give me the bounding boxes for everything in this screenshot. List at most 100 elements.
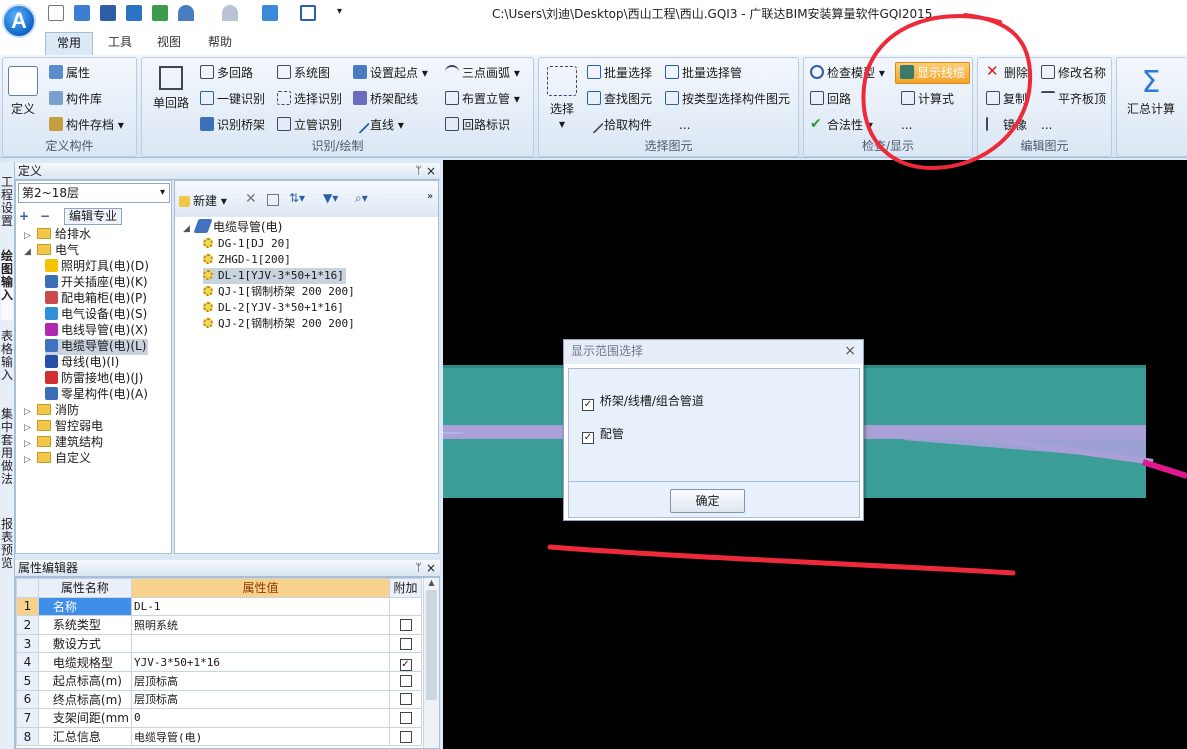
extra-checkbox[interactable] xyxy=(399,711,412,724)
property-row[interactable]: 8 汇总信息 电缆导管(电) xyxy=(16,726,422,747)
pdf-icon[interactable] xyxy=(126,5,142,21)
new-file-icon[interactable] xyxy=(48,5,64,21)
delete-component-icon[interactable]: ✕ xyxy=(245,191,257,207)
set-start-button[interactable]: 设置起点 ▾ xyxy=(353,65,428,81)
property-value-cell[interactable]: 层顶标高 xyxy=(130,689,391,710)
align-slab-top-button[interactable]: 平齐板顶 xyxy=(1041,91,1106,107)
identify-tray-button[interactable]: 识别桥架 xyxy=(200,117,265,133)
tray-wiring-button[interactable]: 桥架配线 xyxy=(353,91,418,107)
floor-select[interactable]: 第2~18层 ▾ xyxy=(18,183,170,203)
expand-arrow-icon[interactable]: ▷ xyxy=(24,421,34,436)
pin-icon[interactable]: ᛘ xyxy=(415,163,422,179)
single-loop-button[interactable]: 单回路 xyxy=(148,66,194,111)
property-value-cell[interactable]: 0 xyxy=(130,708,391,728)
property-row[interactable]: 5 起点标高(m) 层顶标高 xyxy=(16,670,422,691)
component-item[interactable]: ZHGD-1[200] xyxy=(203,252,291,268)
property-value-cell[interactable]: 层顶标高 xyxy=(130,670,391,691)
define-button[interactable]: 定义 xyxy=(5,66,41,117)
loop-label-button[interactable]: 回路标识 xyxy=(445,117,510,133)
select-by-type-button[interactable]: 按类型选择构件图元 xyxy=(665,91,790,107)
image-export-icon[interactable] xyxy=(152,5,168,21)
expand-all-icon[interactable]: + xyxy=(19,209,29,223)
property-scrollbar[interactable]: ▲ xyxy=(423,578,439,748)
check-model-button[interactable]: 检查模型 ▾ xyxy=(810,65,885,81)
option-tray-checkbox[interactable]: ✓ 桥架/线槽/组合管道 xyxy=(582,392,704,411)
tree-item[interactable]: 照明灯具(电)(D) xyxy=(45,259,149,275)
vtab-apply-method[interactable]: 集中套用做法 xyxy=(1,408,13,508)
scroll-up-icon[interactable]: ▲ xyxy=(424,578,439,587)
component-item[interactable]: DL-2[YJV-3*50+1*16] xyxy=(203,300,344,316)
redo-icon[interactable] xyxy=(222,5,238,21)
property-value-cell[interactable]: 电缆导管(电) xyxy=(130,726,391,747)
quick-access-overflow[interactable]: ▾ xyxy=(337,6,342,17)
magenta-cable[interactable] xyxy=(1142,459,1187,479)
component-archive-button[interactable]: 构件存档 ▾ xyxy=(49,117,124,133)
find-component-icon[interactable]: ⌕▾ xyxy=(355,191,368,206)
close-icon[interactable]: × xyxy=(426,163,436,179)
tree-item[interactable]: ◢ 电气 xyxy=(24,243,79,259)
vtab-project-settings[interactable]: 工程设置 xyxy=(1,176,13,246)
property-extra-cell[interactable] xyxy=(389,708,422,728)
new-button[interactable]: 新建 ▾ xyxy=(179,193,227,209)
extra-checkbox[interactable]: ✓ xyxy=(399,658,412,671)
tree-item[interactable]: ▷ 自定义 xyxy=(24,451,91,467)
place-riser-button[interactable]: 布置立管 ▾ xyxy=(445,91,520,107)
delete-button[interactable]: ✕ 删除 xyxy=(986,63,1028,81)
open-folder-icon[interactable] xyxy=(74,5,90,21)
pick-component-button[interactable]: 拾取构件 xyxy=(584,114,652,134)
close-icon[interactable]: × xyxy=(426,560,436,576)
multi-loop-button[interactable]: 多回路 xyxy=(200,65,253,81)
pin-icon[interactable]: ᛘ xyxy=(415,560,422,576)
expand-arrow-icon[interactable]: ▷ xyxy=(24,453,34,468)
save-icon[interactable] xyxy=(100,5,116,21)
tab-view[interactable]: 视图 xyxy=(146,32,192,55)
extra-checkbox[interactable] xyxy=(399,637,412,650)
app-logo[interactable]: A xyxy=(2,4,36,38)
collapse-all-icon[interactable]: − xyxy=(40,209,50,223)
property-row[interactable]: 1 名称 DL-1 xyxy=(16,596,422,617)
rename-button[interactable]: 修改名称 xyxy=(1041,65,1106,81)
property-button[interactable]: 属性 xyxy=(49,65,90,81)
sort-icon[interactable]: ⇅▾ xyxy=(289,191,305,205)
tab-tools[interactable]: 工具 xyxy=(97,32,143,55)
tree-item[interactable]: 配电箱柜(电)(P) xyxy=(45,291,147,307)
component-root[interactable]: ◢ 电缆导管(电) xyxy=(183,219,282,235)
line-button[interactable]: 直线 ▾ xyxy=(350,114,404,134)
undo-icon[interactable] xyxy=(178,5,194,21)
property-value-cell[interactable]: YJV-3*50+1*16 xyxy=(130,652,391,672)
checkbox-conduit[interactable]: ✓ xyxy=(582,432,594,444)
component-item[interactable]: QJ-2[钢制桥架 200 200] xyxy=(203,316,355,332)
extra-checkbox[interactable] xyxy=(399,674,412,687)
tab-help[interactable]: 帮助 xyxy=(197,32,243,55)
property-extra-cell[interactable] xyxy=(389,726,422,747)
collapse-arrow-icon[interactable]: ◢ xyxy=(24,245,34,260)
component-item[interactable]: QJ-1[钢制桥架 200 200] xyxy=(203,284,355,300)
property-extra-cell[interactable] xyxy=(389,633,422,654)
property-value-cell[interactable] xyxy=(130,633,391,654)
tree-item[interactable]: ▷ 智控弱电 xyxy=(24,419,103,435)
scroll-thumb[interactable] xyxy=(426,590,437,700)
tab-home[interactable]: 常用 xyxy=(45,32,94,55)
property-row[interactable]: 2 系统类型 照明系统 xyxy=(16,615,422,635)
show-cable-button[interactable]: 显示线缆 xyxy=(895,62,971,84)
ok-button[interactable]: 确定 xyxy=(670,489,745,513)
property-extra-cell[interactable]: ✓ xyxy=(389,652,422,672)
filter-icon[interactable]: ▼▾ xyxy=(323,191,338,205)
system-diagram-button[interactable]: 系统图 xyxy=(277,65,330,81)
property-extra-cell[interactable] xyxy=(389,689,422,710)
vtab-table-input[interactable]: 表格输入 xyxy=(1,330,13,400)
expand-arrow-icon[interactable]: ▷ xyxy=(24,229,34,244)
property-row[interactable]: 7 支架间距(mm 0 xyxy=(16,708,422,728)
expand-arrow-icon[interactable]: ▷ xyxy=(24,405,34,420)
one-key-identify-button[interactable]: 一键识别 xyxy=(200,91,265,107)
tree-item[interactable]: 电线导管(电)(X) xyxy=(45,323,148,339)
component-item[interactable]: DL-1[YJV-3*50+1*16] xyxy=(203,268,346,284)
vtab-report-preview[interactable]: 报表预览 xyxy=(1,518,13,588)
property-row[interactable]: 3 敷设方式 xyxy=(16,633,422,654)
three-point-arc-button[interactable]: 三点画弧 ▾ xyxy=(445,65,520,81)
edit-major-button[interactable]: 编辑专业 xyxy=(64,208,122,225)
formula-button[interactable]: 计算式 xyxy=(901,91,954,107)
component-item[interactable]: DG-1[DJ 20] xyxy=(203,236,291,252)
tree-item[interactable]: 电气设备(电)(S) xyxy=(45,307,147,323)
dialog-close-icon[interactable]: × xyxy=(844,340,856,362)
